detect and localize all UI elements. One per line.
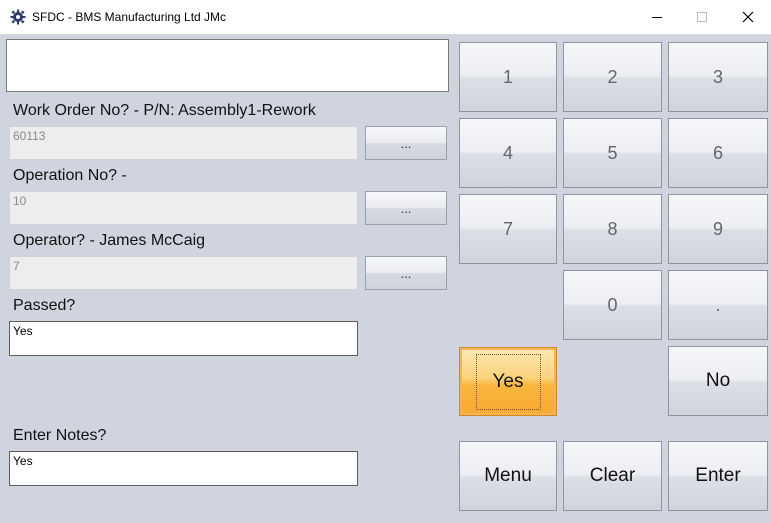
operator-label: Operator? - James McCaig (13, 232, 206, 249)
passed-label: Passed? (13, 297, 76, 314)
menu-button[interactable]: Menu (459, 441, 557, 511)
operation-field[interactable]: 10 (9, 191, 358, 225)
work-order-field[interactable]: 60113 (9, 126, 358, 160)
key-9-button[interactable]: 9 (668, 194, 768, 264)
operator-field[interactable]: 7 (9, 256, 358, 290)
client-area: Work Order No? - P/N: Assembly1-Rework 6… (0, 35, 771, 523)
minimize-icon (652, 17, 662, 18)
operation-browse-button[interactable]: ... (365, 191, 447, 225)
key-1-button[interactable]: 1 (459, 42, 557, 112)
minimize-button[interactable] (634, 0, 680, 34)
message-box (6, 39, 449, 92)
key-3-button[interactable]: 3 (668, 42, 768, 112)
key-4-button[interactable]: 4 (459, 118, 557, 188)
gear-icon (10, 9, 26, 25)
key-dot-button[interactable]: . (668, 270, 768, 340)
close-button[interactable] (725, 0, 771, 34)
key-8-button[interactable]: 8 (563, 194, 662, 264)
key-2-button[interactable]: 2 (563, 42, 662, 112)
key-7-button[interactable]: 7 (459, 194, 557, 264)
work-order-label: Work Order No? - P/N: Assembly1-Rework (13, 102, 316, 119)
operator-browse-button[interactable]: ... (365, 256, 447, 290)
maximize-button[interactable] (679, 0, 725, 34)
clear-button[interactable]: Clear (563, 441, 662, 511)
enter-button[interactable]: Enter (668, 441, 768, 511)
notes-field[interactable]: Yes (9, 451, 358, 486)
key-5-button[interactable]: 5 (563, 118, 662, 188)
no-button[interactable]: No (668, 346, 768, 416)
key-0-button[interactable]: 0 (563, 270, 662, 340)
operation-label: Operation No? - (13, 167, 127, 184)
key-6-button[interactable]: 6 (668, 118, 768, 188)
window-title: SFDC - BMS Manufacturing Ltd JMc (32, 10, 227, 24)
yes-button-label: Yes (475, 353, 541, 410)
maximize-icon (697, 12, 707, 22)
close-icon (742, 11, 754, 23)
passed-field[interactable]: Yes (9, 321, 358, 356)
yes-button[interactable]: Yes (459, 347, 557, 416)
title-bar: SFDC - BMS Manufacturing Ltd JMc (0, 0, 771, 35)
work-order-browse-button[interactable]: ... (365, 126, 447, 160)
notes-label: Enter Notes? (13, 427, 107, 444)
